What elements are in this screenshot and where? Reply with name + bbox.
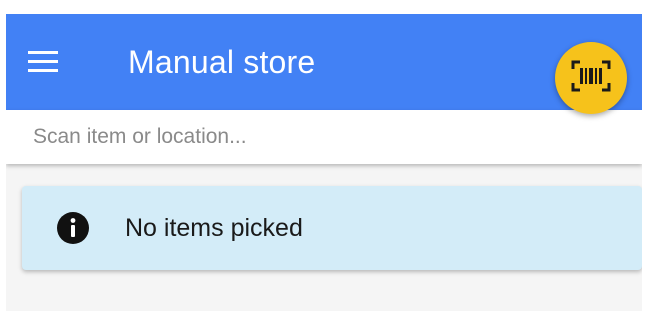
info-icon <box>55 210 91 246</box>
barcode-scan-icon <box>571 59 611 98</box>
menu-icon <box>26 48 62 76</box>
scan-barcode-button[interactable] <box>555 42 627 114</box>
info-notice: No items picked <box>22 186 642 270</box>
menu-button[interactable] <box>26 48 62 76</box>
notice-message: No items picked <box>125 214 303 242</box>
page-title: Manual store <box>128 44 316 80</box>
app-bar: Manual store <box>6 14 642 110</box>
search-input[interactable] <box>6 110 633 164</box>
search-bar <box>6 110 642 164</box>
app-window: Manual store Scan item or location... No… <box>6 14 642 311</box>
